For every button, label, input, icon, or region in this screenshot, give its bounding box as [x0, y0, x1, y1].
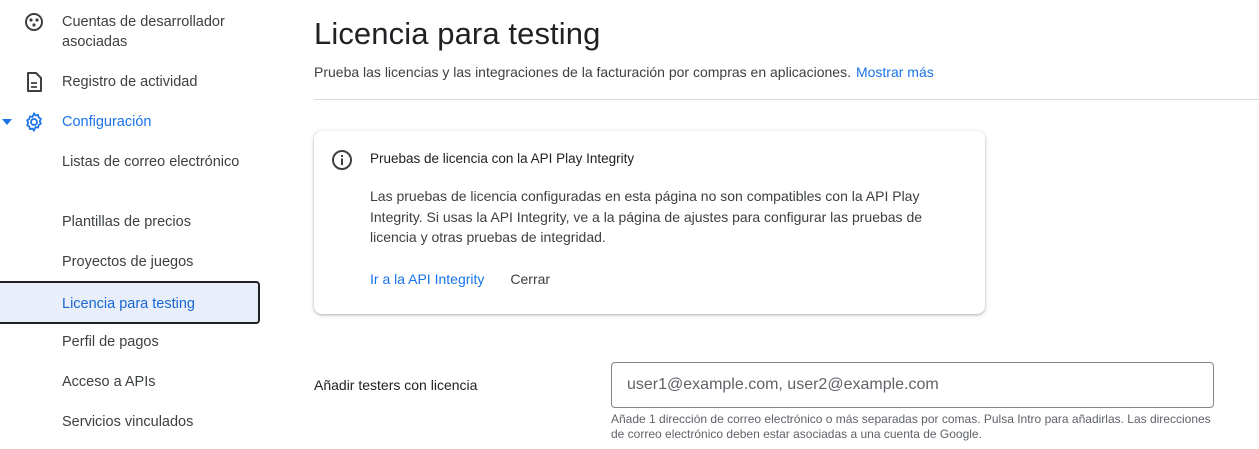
sidebar-item-label: Plantillas de precios: [62, 214, 191, 230]
close-button[interactable]: Cerrar: [510, 269, 550, 289]
sidebar-nav: Cuentas de desarrollador asociadas Regis…: [0, 0, 262, 449]
sidebar-item-label: Perfil de pagos: [62, 334, 159, 350]
sidebar-item-license-testing[interactable]: Licencia para testing: [0, 281, 260, 324]
card-body: Las pruebas de licencia configuradas en …: [370, 188, 923, 245]
page-description-text: Prueba las licencias y las integraciones…: [314, 64, 851, 80]
integrity-info-card: Pruebas de licencia con la API Play Inte…: [314, 131, 985, 314]
go-to-integrity-api-button[interactable]: Ir a la API Integrity: [370, 269, 484, 289]
page-description: Prueba las licencias y las integraciones…: [314, 62, 934, 82]
show-more-link[interactable]: Mostrar más: [856, 64, 934, 80]
header-divider: [314, 99, 1259, 100]
sidebar-item-label: Listas de correo electrónico: [62, 154, 240, 170]
info-icon: [331, 149, 353, 171]
sidebar-item-label: Cuentas de desarrollador asociadas: [62, 14, 225, 50]
sidebar-item-label: Servicios vinculados: [62, 414, 194, 430]
caret-down-icon[interactable]: [1, 112, 13, 132]
sidebar-item-label: Registro de actividad: [62, 74, 198, 90]
card-title: Pruebas de licencia con la API Play Inte…: [370, 151, 635, 166]
page-title: Licencia para testing: [314, 16, 601, 51]
gear-icon: [23, 112, 45, 132]
sidebar-item-label: Licencia para testing: [62, 296, 195, 312]
document-icon: [23, 72, 45, 92]
testers-email-input[interactable]: [611, 362, 1214, 408]
sidebar-item-label: Proyectos de juegos: [62, 254, 194, 270]
sidebar-item-label: Acceso a APIs: [62, 374, 156, 390]
testers-help-text: Añade 1 dirección de correo electrónico …: [611, 412, 1211, 441]
developer-accounts-icon: [23, 12, 45, 32]
card-actions: Ir a la API Integrity Cerrar: [370, 269, 550, 289]
testers-field-label: Añadir testers con licencia: [314, 377, 478, 393]
sidebar-item-label: Configuración: [62, 114, 152, 130]
